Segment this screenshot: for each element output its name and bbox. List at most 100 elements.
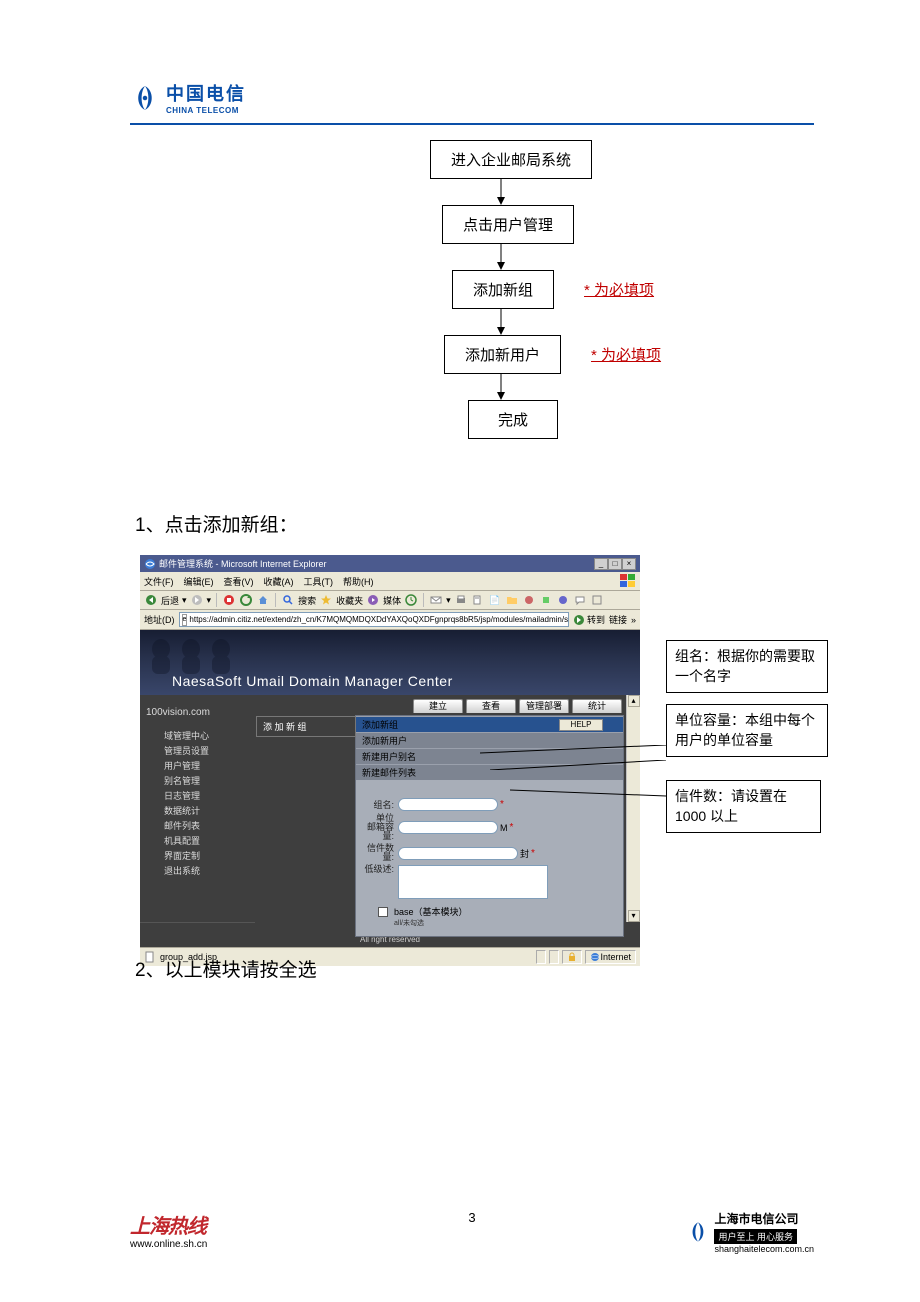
module-label: base（基本模块） [394,905,468,918]
sidebar-item-maillist[interactable]: 邮件列表 [140,818,255,833]
go-icon [573,614,585,626]
windows-logo-icon [620,574,636,588]
edit-icon[interactable] [471,593,485,607]
required-note: * 为必填项 [584,279,654,300]
silhouette-icon [146,634,266,674]
menu-bar: 文件(F) 编辑(E) 查看(V) 收藏(A) 工具(T) 帮助(H) [140,572,640,591]
maximize-button[interactable]: □ [608,558,622,570]
toolbar: 后退 ▾ ▾ 搜索 收藏夹 媒体 ▾ 📄 [140,591,640,610]
close-button[interactable]: × [622,558,636,570]
callout-connector-3 [510,788,666,798]
address-input[interactable]: e https://admin.citiz.net/extend/zh_cn/K… [179,612,569,627]
tool3-icon[interactable] [556,593,570,607]
label-group-name: 组名: [364,798,394,811]
sidebar-item-device[interactable]: 机具配置 [140,833,255,848]
flow-step-3: 添加新组 [452,270,554,309]
footer-slogan: 用户至上 用心服务 [714,1229,797,1244]
sidebar-item-admin[interactable]: 管理员设置 [140,743,255,758]
mail-icon[interactable] [429,593,443,607]
unit-m: M [500,823,508,833]
more-icon[interactable]: » [631,615,636,625]
content-area: 建立 查看 管理部署 统计 添 加 新 组 添加新组 添加新用户 新建用户别名 … [255,695,640,922]
notepad-icon[interactable]: 📄 [488,593,502,607]
go-button[interactable]: 转到 [573,613,605,626]
sidebar-item-stats[interactable]: 数据统计 [140,803,255,818]
folder-icon[interactable] [505,593,519,607]
search-icon[interactable] [281,593,295,607]
form-area: 组名: * 单位邮箱容量: M * [356,780,623,936]
stop-button[interactable] [222,593,236,607]
tab-create[interactable]: 建立 [413,699,463,713]
input-desc[interactable] [398,865,548,899]
input-group-name[interactable] [398,798,498,811]
favorites-label[interactable]: 收藏夹 [336,594,363,607]
tool1-icon[interactable] [522,593,536,607]
scrollbar[interactable]: ▴ ▾ [626,695,640,922]
status-cell [549,950,559,964]
footer-company: 上海市电信公司 [714,1210,814,1227]
label-unit-capacity: 单位邮箱容量: [364,814,394,841]
status-cell [536,950,546,964]
sidebar-item-domain[interactable]: 域管理中心 [140,728,255,743]
chat-icon[interactable] [573,593,587,607]
mail-unit: 封 [520,847,529,860]
lock-icon [567,952,577,962]
media-icon[interactable] [366,593,380,607]
china-telecom-logo: 中国电信 CHINA TELECOM [130,80,814,115]
fullscreen-icon[interactable] [590,593,604,607]
home-button[interactable] [256,593,270,607]
forward-button[interactable] [190,593,204,607]
status-lock [562,950,582,964]
input-mail-count[interactable] [398,847,518,860]
manager-tabs: 建立 查看 管理部署 统计 [255,695,640,715]
media-label[interactable]: 媒体 [383,594,401,607]
flow-step-5: 完成 [468,400,558,439]
sidebar-item-alias[interactable]: 别名管理 [140,773,255,788]
minimize-button[interactable]: _ [594,558,608,570]
menu-view[interactable]: 查看(V) [224,575,254,588]
module-checkbox[interactable] [378,907,388,917]
app-body: 100vision.com 域管理中心 管理员设置 用户管理 别名管理 日志管理… [140,695,640,922]
menu-tools[interactable]: 工具(T) [304,575,334,588]
tool2-icon[interactable] [539,593,553,607]
scroll-up-button[interactable]: ▴ [628,695,640,707]
app-banner: NaesaSoft Umail Domain Manager Center [140,630,640,695]
window-title: 邮件管理系统 - Microsoft Internet Explorer [159,557,327,570]
page-header: 中国电信 CHINA TELECOM [130,80,814,125]
tab-manage[interactable]: 管理部署 [519,699,569,713]
back-label[interactable]: 后退 [161,594,179,607]
menu-file[interactable]: 文件(F) [144,575,174,588]
required-note: * 为必填项 [591,344,661,365]
menu-favorites[interactable]: 收藏(A) [264,575,294,588]
sidebar-item-users[interactable]: 用户管理 [140,758,255,773]
down-arrow-icon [495,244,507,270]
required-mark: * [500,799,504,810]
flow-step-4: 添加新用户 [444,335,561,374]
help-button[interactable]: HELP [559,719,603,731]
sidebar-item-exit[interactable]: 退出系统 [140,863,255,878]
favorites-icon[interactable] [319,593,333,607]
search-label[interactable]: 搜索 [298,594,316,607]
input-unit-capacity[interactable] [398,821,498,834]
footer-right: 上海市电信公司 用户至上 用心服务 shanghaitelecom.com.cn [686,1210,814,1254]
refresh-button[interactable] [239,593,253,607]
history-icon[interactable] [404,593,418,607]
links-label[interactable]: 链接 [609,613,627,626]
menu-edit[interactable]: 编辑(E) [184,575,214,588]
sidebar-item-ui[interactable]: 界面定制 [140,848,255,863]
back-button[interactable] [144,593,158,607]
sidebar-item-logs[interactable]: 日志管理 [140,788,255,803]
shanghai-online-logo: 上海热线 [130,1210,207,1239]
tab-view[interactable]: 查看 [466,699,516,713]
globe-icon [590,952,600,962]
print-icon[interactable] [454,593,468,607]
window-titlebar[interactable]: 邮件管理系统 - Microsoft Internet Explorer _ □… [140,555,640,572]
down-arrow-icon [495,374,507,400]
scroll-down-button[interactable]: ▾ [628,910,640,922]
form-footline: all/未勾选 [364,918,615,928]
page-number: 3 [468,1210,475,1225]
callout-unit-capacity: 单位容量：本组中每个用户的单位容量 [666,704,828,757]
tab-stat[interactable]: 统计 [572,699,622,713]
menu-help[interactable]: 帮助(H) [343,575,374,588]
required-mark: * [510,822,514,833]
